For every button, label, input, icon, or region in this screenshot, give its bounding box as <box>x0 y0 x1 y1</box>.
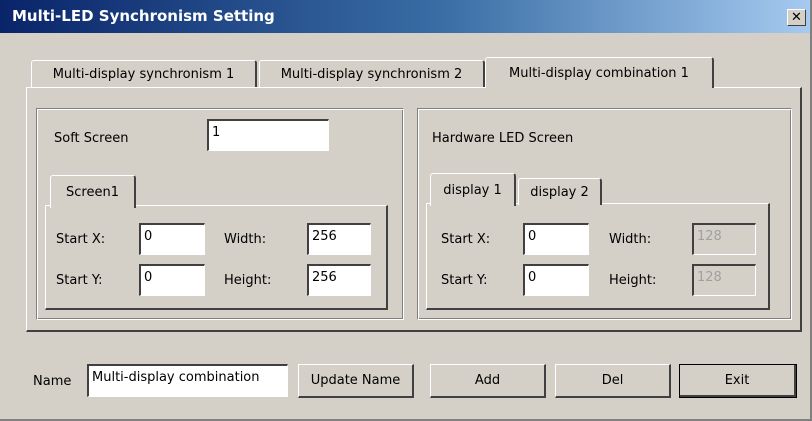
soft-start-x-label: Start X: <box>56 232 106 247</box>
hardware-led-screen-label: Hardware LED Screen <box>432 131 574 146</box>
hw-width-label: Width: <box>609 232 652 247</box>
hw-height-input: 128 <box>692 264 756 296</box>
tab-label: display 2 <box>530 184 589 200</box>
window-title: Multi-LED Synchronism Setting <box>12 7 275 25</box>
add-button[interactable]: Add <box>430 364 546 398</box>
title-bar[interactable]: Multi-LED Synchronism Setting ✕ <box>0 0 810 33</box>
hw-start-x-input[interactable]: 0 <box>523 223 589 255</box>
tab-multi-display-synchronism-2[interactable]: Multi-display synchronism 2 <box>259 60 485 87</box>
soft-start-y-input[interactable]: 0 <box>139 264 205 296</box>
tab-label: Multi-display synchronism 2 <box>280 66 463 82</box>
dialog-window: Multi-LED Synchronism Setting ✕ Multi-di… <box>0 0 812 421</box>
tab-label: display 1 <box>443 182 502 198</box>
soft-height-label: Height: <box>224 273 272 288</box>
soft-start-x-input[interactable]: 0 <box>139 223 205 255</box>
soft-start-y-label: Start Y: <box>56 273 103 288</box>
hw-height-label: Height: <box>609 273 657 288</box>
name-input[interactable]: Multi-display combination <box>87 364 288 397</box>
close-icon: ✕ <box>791 10 802 25</box>
tab-label: Screen1 <box>66 184 119 200</box>
tab-display-2[interactable]: display 2 <box>518 178 602 205</box>
close-button[interactable]: ✕ <box>787 9 806 26</box>
exit-button[interactable]: Exit <box>679 364 797 398</box>
soft-width-input[interactable]: 256 <box>307 223 371 255</box>
update-name-button[interactable]: Update Name <box>298 364 414 398</box>
hw-start-y-input[interactable]: 0 <box>523 264 589 296</box>
soft-screen-label: Soft Screen <box>54 131 129 146</box>
tab-display-1[interactable]: display 1 <box>430 173 516 206</box>
hw-start-y-label: Start Y: <box>441 273 488 288</box>
tab-label: Multi-display synchronism 1 <box>52 66 235 82</box>
tab-label: Multi-display combination 1 <box>509 65 689 81</box>
tab-multi-display-synchronism-1[interactable]: Multi-display synchronism 1 <box>31 60 257 87</box>
tab-multi-display-combination-1[interactable]: Multi-display combination 1 <box>485 57 714 88</box>
soft-width-label: Width: <box>224 232 267 247</box>
hw-width-input: 128 <box>692 223 756 255</box>
soft-height-input[interactable]: 256 <box>307 264 371 296</box>
hw-start-x-label: Start X: <box>441 232 491 247</box>
soft-screen-input[interactable]: 1 <box>207 119 329 151</box>
del-button[interactable]: Del <box>555 364 671 398</box>
tab-screen1[interactable]: Screen1 <box>50 175 136 208</box>
name-label: Name <box>33 374 72 389</box>
